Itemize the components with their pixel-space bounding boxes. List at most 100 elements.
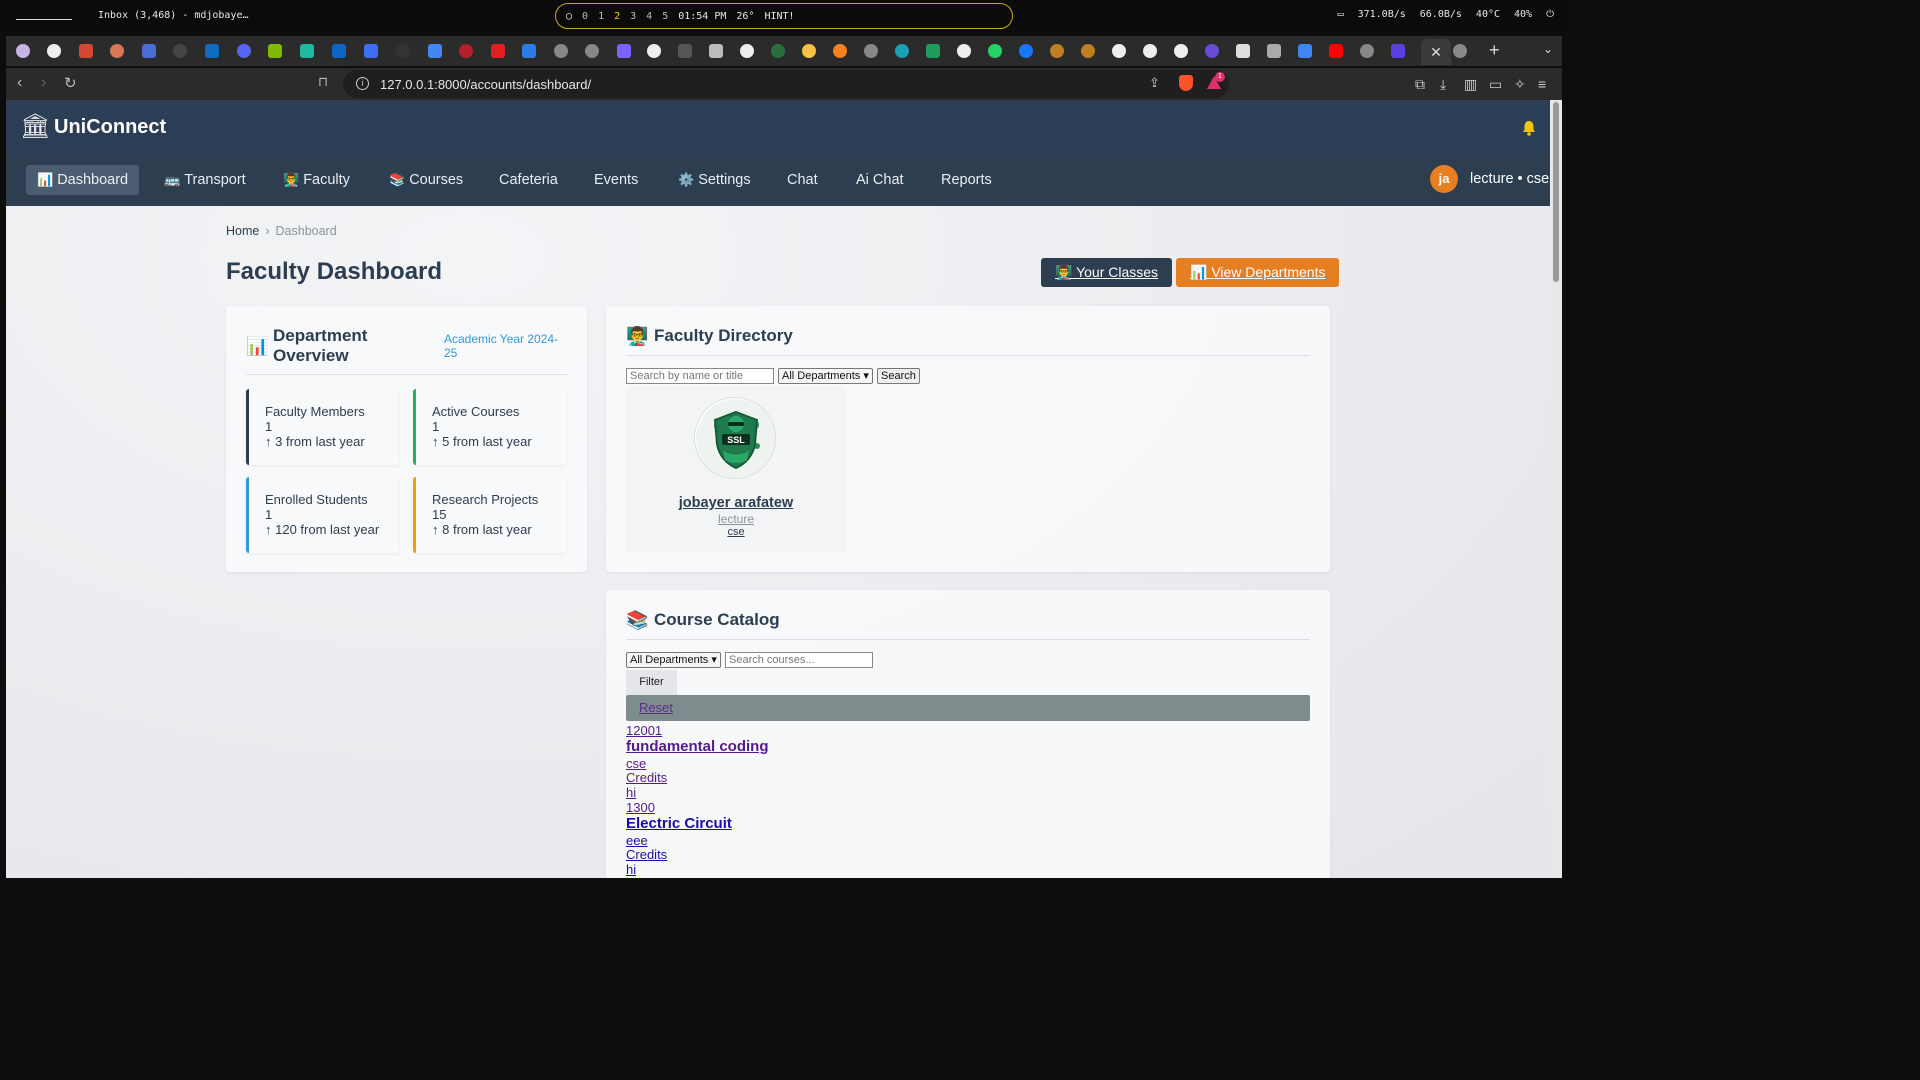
tab-favicon-icon[interactable]: [617, 44, 631, 58]
course-dept[interactable]: eee: [626, 833, 648, 848]
tab-favicon-icon[interactable]: [1205, 44, 1219, 58]
whatsapp-tab-icon[interactable]: [988, 44, 1002, 58]
docs-tab-icon[interactable]: [1298, 44, 1312, 58]
tab-favicon-icon[interactable]: [491, 44, 505, 58]
course-name-link[interactable]: Electric Circuit: [626, 815, 732, 832]
view-departments-button[interactable]: 📊 View Departments: [1176, 258, 1340, 287]
menu-icon[interactable]: ≡: [1538, 76, 1546, 92]
reload-icon[interactable]: ↻: [64, 74, 77, 92]
course-name-link[interactable]: fundamental coding: [626, 738, 769, 755]
faculty-search-input[interactable]: Search by name or title: [626, 368, 774, 384]
notification-icon[interactable]: ◯: [566, 11, 572, 22]
back-icon[interactable]: ‹: [17, 74, 22, 92]
tab-favicon-icon[interactable]: [16, 44, 30, 58]
globe-tab-icon[interactable]: [554, 44, 568, 58]
nav-courses[interactable]: 📚 Courses: [378, 165, 474, 195]
forward-icon[interactable]: ›: [41, 74, 46, 92]
filter-button[interactable]: Filter: [626, 670, 677, 695]
microsoft-tab-icon[interactable]: [268, 44, 282, 58]
scrollbar-thumb[interactable]: [1553, 102, 1559, 282]
new-tab-icon[interactable]: +: [1489, 40, 1500, 61]
outlook-tab-icon[interactable]: [205, 44, 219, 58]
globe-tab-icon[interactable]: [1453, 44, 1467, 58]
faculty-search-button[interactable]: Search: [877, 368, 920, 384]
brand-name[interactable]: UniConnect: [54, 116, 166, 139]
nav-ai-chat[interactable]: Ai Chat: [845, 165, 915, 195]
url-text[interactable]: 127.0.0.1:8000/accounts/dashboard/: [380, 77, 591, 92]
site-info-icon[interactable]: i: [356, 77, 369, 90]
brave-shields-icon[interactable]: [1179, 75, 1193, 91]
github-tab-icon[interactable]: [1143, 44, 1157, 58]
tab-favicon-icon[interactable]: [173, 44, 187, 58]
sidebar-icon[interactable]: ▥: [1464, 76, 1477, 93]
tab-favicon-icon[interactable]: [396, 44, 410, 58]
tab-favicon-icon[interactable]: [1391, 44, 1405, 58]
tab-favicon-icon[interactable]: [1267, 44, 1281, 58]
tab-list-chevron-icon[interactable]: ⌄: [1543, 42, 1553, 56]
course-dept[interactable]: cse: [626, 756, 646, 771]
your-classes-button[interactable]: 👨‍🏫 Your Classes: [1041, 258, 1173, 287]
github-tab-icon[interactable]: [1174, 44, 1188, 58]
google-tab-icon[interactable]: [647, 44, 661, 58]
extensions-icon[interactable]: ⧉: [1415, 76, 1425, 93]
breadcrumb-home[interactable]: Home: [226, 224, 259, 238]
reset-link[interactable]: Reset: [639, 700, 673, 715]
faculty-member-card[interactable]: SSL jobayer arafatew lecture cse: [626, 386, 846, 551]
nav-events[interactable]: Events: [583, 165, 649, 195]
course-description[interactable]: hi: [626, 785, 636, 800]
nav-faculty[interactable]: 👨‍🏫 Faculty: [272, 165, 361, 195]
youtube-tab-icon[interactable]: [1329, 44, 1343, 58]
tab-favicon-icon[interactable]: [678, 44, 692, 58]
leo-ai-icon[interactable]: ✧: [1514, 76, 1526, 93]
workspace-2[interactable]: 2: [614, 11, 620, 22]
nav-dashboard[interactable]: 📊 Dashboard: [26, 165, 140, 195]
tab-favicon-icon[interactable]: [895, 44, 909, 58]
workspace-5[interactable]: 5: [662, 11, 668, 22]
faculty-avatar[interactable]: SSL: [694, 397, 776, 479]
claude-tab-icon[interactable]: [110, 44, 124, 58]
course-description[interactable]: hi: [626, 862, 636, 877]
nav-settings[interactable]: ⚙️ Settings: [667, 165, 762, 195]
user-menu[interactable]: ja lecture • cse: [1430, 165, 1549, 193]
google-tab-icon[interactable]: [740, 44, 754, 58]
workspace-1[interactable]: 1: [598, 11, 604, 22]
workspace-3[interactable]: 3: [630, 11, 636, 22]
nav-chat[interactable]: Chat: [776, 165, 829, 195]
tab-favicon-icon[interactable]: [522, 44, 536, 58]
globe-tab-icon[interactable]: [585, 44, 599, 58]
workspace-4[interactable]: 4: [646, 11, 652, 22]
faculty-department-select[interactable]: All Departments ▾: [778, 368, 873, 384]
notion-tab-icon[interactable]: [1236, 44, 1250, 58]
cloudflare-tab-icon[interactable]: [833, 44, 847, 58]
course-search-input[interactable]: Search courses...: [725, 652, 873, 668]
bell-icon[interactable]: [1520, 119, 1538, 137]
tab-favicon-icon[interactable]: [300, 44, 314, 58]
course-department-select[interactable]: All Departments ▾: [626, 652, 721, 668]
screen-icon[interactable]: ▭: [1338, 9, 1344, 20]
volume[interactable]: 40%: [1514, 9, 1532, 20]
workspace-0[interactable]: 0: [582, 11, 588, 22]
tab-favicon-icon[interactable]: [926, 44, 940, 58]
faculty-role-link[interactable]: lecture: [626, 512, 846, 526]
bookmark-icon[interactable]: ⊓: [318, 74, 328, 90]
tab-favicon-icon[interactable]: [459, 44, 473, 58]
tab-favicon-icon[interactable]: [802, 44, 816, 58]
wallet-icon[interactable]: ▭: [1489, 76, 1502, 93]
tab-favicon-icon[interactable]: [364, 44, 378, 58]
nav-cafeteria[interactable]: Cafeteria: [488, 165, 569, 195]
globe-tab-icon[interactable]: [1360, 44, 1374, 58]
discord-tab-icon[interactable]: [237, 44, 251, 58]
tab-favicon-icon[interactable]: [771, 44, 785, 58]
avatar[interactable]: ja: [1430, 165, 1458, 193]
university-logo-icon[interactable]: 🏛: [20, 114, 50, 140]
faculty-dept-link[interactable]: cse: [626, 526, 846, 538]
facebook-tab-icon[interactable]: [1019, 44, 1033, 58]
share-icon[interactable]: ⇪: [1149, 75, 1160, 91]
faculty-name-link[interactable]: jobayer arafatew: [626, 495, 846, 511]
course-credits[interactable]: Credits: [626, 770, 667, 785]
tab-favicon-icon[interactable]: [142, 44, 156, 58]
user-role-label[interactable]: lecture • cse: [1470, 171, 1549, 187]
github-tab-icon[interactable]: [47, 44, 61, 58]
nav-transport[interactable]: 🚌 Transport: [153, 165, 257, 195]
tab-favicon-icon[interactable]: [1081, 44, 1095, 58]
